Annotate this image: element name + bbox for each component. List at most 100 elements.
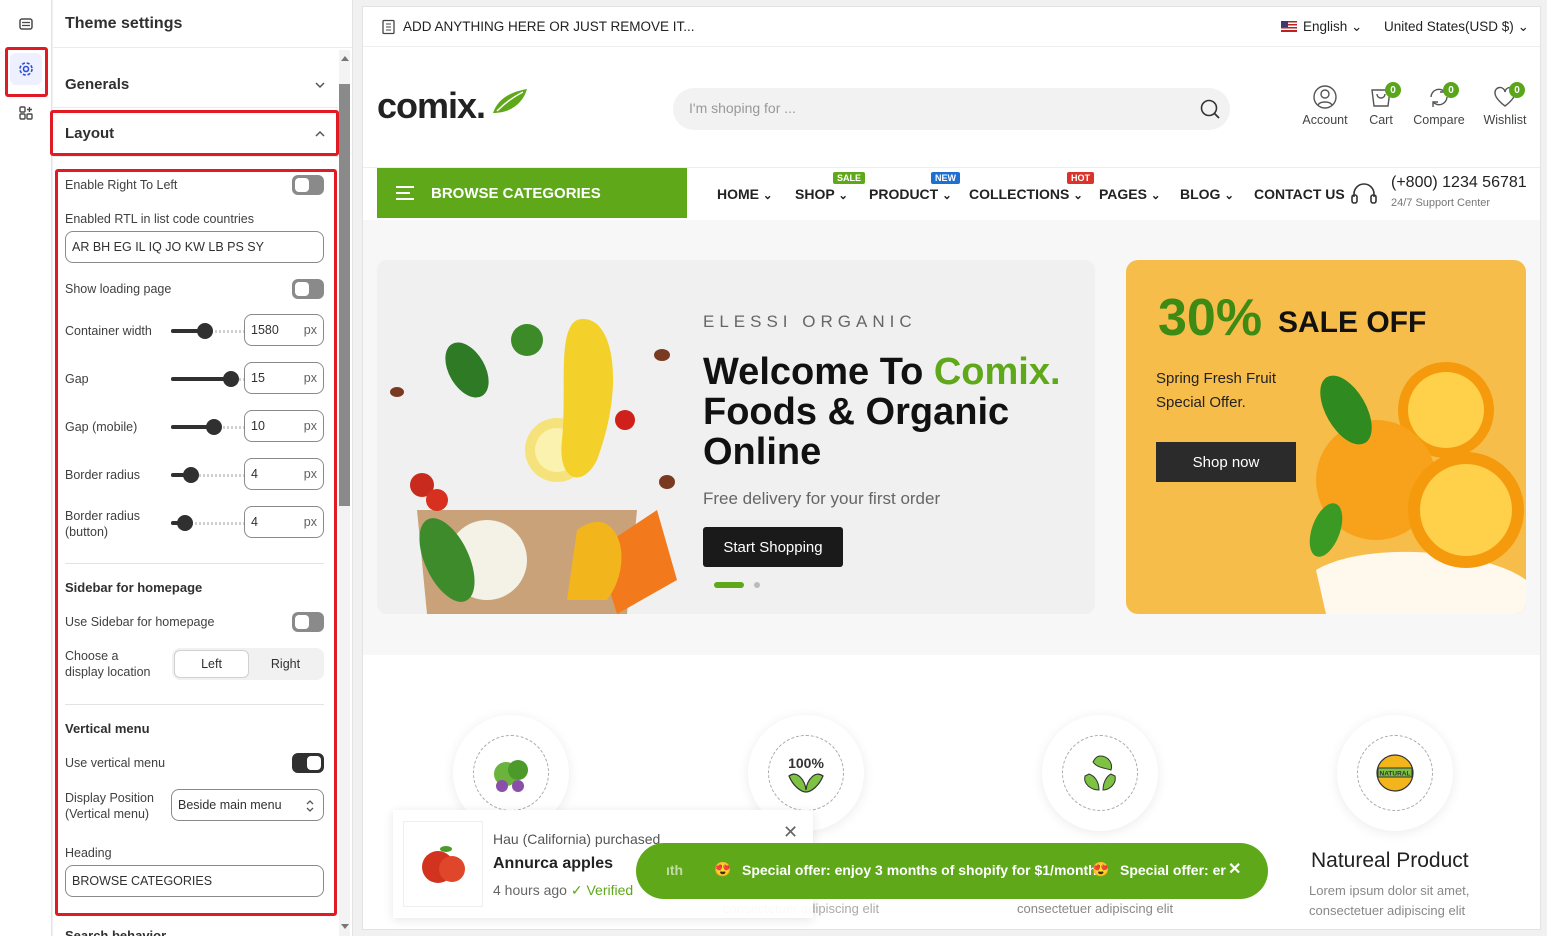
- location-right-option[interactable]: Right: [249, 650, 322, 678]
- section-layout-label: Layout: [65, 125, 115, 142]
- svg-text:100%: 100%: [788, 755, 824, 771]
- apples-image: [422, 846, 465, 883]
- feature-circle: NATURAL: [1337, 715, 1453, 831]
- nav-blog[interactable]: BLOG ⌄: [1180, 186, 1234, 202]
- section-generals-label: Generals: [65, 76, 130, 93]
- sidebar-heading: Sidebar for homepage: [65, 580, 203, 595]
- cart-label: Cart: [1369, 113, 1393, 127]
- sale-percent: 30%: [1158, 289, 1263, 347]
- app-blocks-icon[interactable]: [10, 97, 42, 129]
- special-offer-bar[interactable]: ıth 😍 Special offer: enjoy 3 months of s…: [636, 843, 1268, 899]
- close-icon[interactable]: ✕: [783, 822, 798, 843]
- compare-link[interactable]: 0 Compare: [1409, 82, 1469, 127]
- oranges-image: [1309, 362, 1526, 614]
- announcement-icon: [382, 19, 395, 35]
- nav-contact[interactable]: CONTACT US: [1254, 186, 1345, 202]
- hero-slide: ELESSI ORGANIC Welcome To Comix. Foods &…: [377, 260, 1095, 614]
- section-layout[interactable]: Layout: [53, 111, 338, 157]
- store-header: comix. I'm shoping for ... Account 0 Car…: [363, 48, 1540, 168]
- show-loading-toggle[interactable]: [292, 279, 324, 299]
- store-search-input[interactable]: I'm shoping for ...: [673, 88, 1230, 130]
- enable-rtl-label: Enable Right To Left: [65, 178, 178, 192]
- browse-categories-button[interactable]: BROWSE CATEGORIES: [377, 168, 687, 218]
- theme-settings-gear-icon[interactable]: [10, 53, 42, 85]
- store-preview: ADD ANYTHING HERE OR JUST REMOVE IT... E…: [362, 6, 1541, 930]
- sections-icon[interactable]: [10, 8, 42, 40]
- hero-area: ELESSI ORGANIC Welcome To Comix. Foods &…: [363, 220, 1540, 655]
- use-sidebar-toggle[interactable]: [292, 612, 324, 632]
- gap-input[interactable]: 15 px: [244, 362, 324, 394]
- wishlist-link[interactable]: 0 Wishlist: [1475, 82, 1535, 127]
- account-label: Account: [1302, 113, 1348, 127]
- language-selector[interactable]: English ⌄: [1303, 19, 1362, 35]
- icon-rail: [0, 0, 52, 936]
- hero-subtitle: Free delivery for your first order: [703, 489, 941, 508]
- nav-collections[interactable]: HOT COLLECTIONS ⌄: [969, 172, 1094, 202]
- container-width-input[interactable]: 1580 px: [244, 314, 324, 346]
- compare-label: Compare: [1413, 113, 1465, 127]
- close-icon[interactable]: ✕: [1228, 859, 1241, 879]
- use-vertical-toggle[interactable]: [292, 753, 324, 773]
- scroll-up-icon[interactable]: [341, 55, 349, 61]
- panel-scrollbar-thumb[interactable]: [339, 84, 350, 506]
- slide-dot-active[interactable]: [714, 582, 744, 588]
- emoji-icon: 😍: [714, 861, 732, 877]
- offer-text: Special offer: er: [1120, 862, 1226, 878]
- nav-product[interactable]: NEW PRODUCT ⌄: [869, 172, 960, 202]
- select-arrows-icon: [306, 800, 314, 812]
- sale-banner: 30% SALE OFF Spring Fresh Fruit Special O…: [1126, 260, 1526, 614]
- offer-text: Special offer: enjoy 3 months of shopify…: [742, 862, 1097, 878]
- heading-input[interactable]: BROWSE CATEGORIES: [65, 865, 324, 897]
- vegetables-icon: [494, 760, 528, 792]
- nav-home[interactable]: HOME ⌄: [717, 186, 773, 202]
- vertical-menu-heading: Vertical menu: [65, 721, 150, 736]
- panel-title: Theme settings: [53, 0, 352, 48]
- gap-slider[interactable]: [171, 371, 245, 387]
- chevron-down-icon: [315, 81, 325, 88]
- nav-shop[interactable]: SALE SHOP ⌄: [795, 172, 866, 202]
- search-behavior-heading[interactable]: Search behavior: [65, 928, 166, 936]
- new-tag: NEW: [931, 172, 960, 184]
- compare-count-badge: 0: [1443, 82, 1459, 98]
- recycle-leaf-icon: [1084, 755, 1116, 791]
- support-caption: 24/7 Support Center: [1391, 197, 1491, 209]
- currency-selector[interactable]: United States(USD $) ⌄: [1384, 19, 1529, 35]
- feature-description-faded: consectetuer adipiscing elit: [1017, 901, 1174, 916]
- border-radius-input[interactable]: 4 px: [244, 458, 324, 490]
- store-logo[interactable]: comix.: [377, 85, 527, 127]
- nav-pages[interactable]: PAGES ⌄: [1099, 186, 1161, 202]
- start-shopping-button[interactable]: Start Shopping: [703, 527, 843, 567]
- search-icon[interactable]: [1199, 98, 1221, 120]
- panel-scrollbar[interactable]: [339, 50, 350, 936]
- border-radius-button-input[interactable]: 4 px: [244, 506, 324, 538]
- use-vertical-label: Use vertical menu: [65, 756, 166, 770]
- popup-product: Annurca apples: [493, 855, 614, 872]
- feature-title: Natureal Product: [1311, 849, 1469, 872]
- use-sidebar-label: Use Sidebar for homepage: [65, 615, 215, 629]
- show-loading-label: Show loading page: [65, 282, 172, 296]
- account-link[interactable]: Account: [1295, 84, 1355, 127]
- container-width-slider[interactable]: [171, 323, 245, 339]
- display-location-segmented: Left Right: [172, 648, 324, 680]
- enable-rtl-toggle[interactable]: [292, 175, 324, 195]
- slide-dot[interactable]: [754, 582, 760, 588]
- hero-kicker: ELESSI ORGANIC: [703, 312, 917, 331]
- popup-who: Hau (California) purchased: [493, 831, 661, 847]
- gap-mobile-input[interactable]: 10 px: [244, 410, 324, 442]
- border-radius-slider[interactable]: [171, 467, 245, 483]
- wishlist-label: Wishlist: [1483, 113, 1527, 127]
- cart-count-badge: 0: [1385, 82, 1401, 98]
- sale-tag: SALE: [833, 172, 866, 184]
- cart-link[interactable]: 0 Cart: [1351, 82, 1411, 127]
- wishlist-count-badge: 0: [1509, 82, 1525, 98]
- main-nav: BROWSE CATEGORIES HOME ⌄ SALE SHOP ⌄ NEW P…: [363, 168, 1540, 220]
- display-position-select[interactable]: Beside main menu: [171, 789, 324, 821]
- section-generals[interactable]: Generals: [53, 62, 338, 108]
- headset-icon: [1351, 183, 1377, 204]
- rtl-countries-input[interactable]: AR BH EG IL IQ JO KW LB PS SY: [65, 231, 324, 263]
- gap-mobile-slider[interactable]: [171, 419, 245, 435]
- location-left-option[interactable]: Left: [174, 650, 249, 678]
- border-radius-button-slider[interactable]: [171, 515, 245, 531]
- scroll-down-icon[interactable]: [341, 924, 349, 930]
- shop-now-button[interactable]: Shop now: [1156, 442, 1296, 482]
